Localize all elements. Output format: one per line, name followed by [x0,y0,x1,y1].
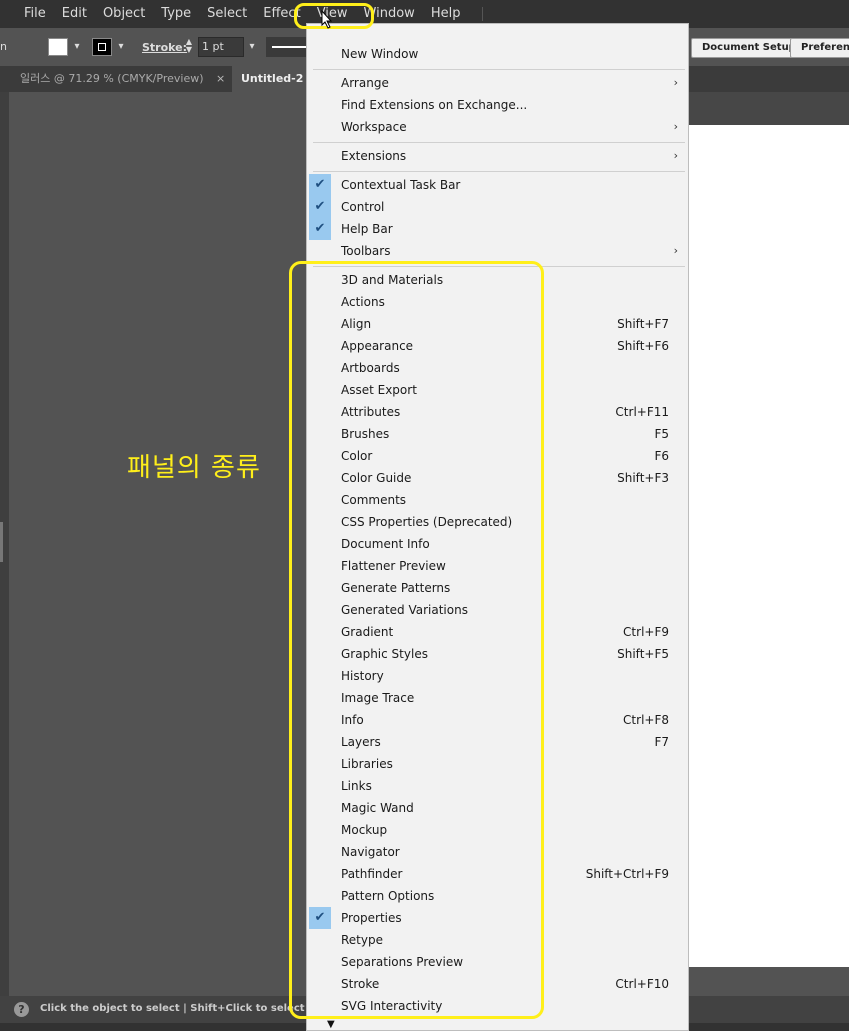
fill-swatch[interactable] [48,38,68,56]
menu-item-shortcut: Ctrl+F10 [615,977,669,991]
menu-item-label: Contextual Task Bar [341,178,461,192]
stroke-label[interactable]: Stroke: [142,41,187,54]
artboard[interactable] [688,125,849,967]
menu-item-arrange[interactable]: Arrange › [307,72,688,94]
menu-item-shortcut: Shift+Ctrl+F9 [585,867,669,881]
mouse-cursor-icon [321,10,333,29]
menu-item-shortcut: Shift+F6 [617,339,669,353]
submenu-arrow-icon: › [673,120,678,133]
menu-item-new-window[interactable]: New Window [307,43,688,65]
menu-item-label: Find Extensions on Exchange... [341,98,528,112]
stroke-weight-dropdown-icon[interactable]: ▾ [246,38,258,56]
menu-divider [313,69,685,70]
toolbar-handle[interactable] [0,522,3,562]
menu-item-toolbars[interactable]: Toolbars › [307,240,688,262]
menu-item-label: Workspace [341,120,407,134]
tab-document-1-label: 일러스 @ 71.29 % (CMYK/Preview) [20,72,204,85]
menu-item-label: Control [341,200,385,214]
menu-item-shortcut: Shift+F7 [617,317,669,331]
menu-item-label: Toolbars [341,244,391,258]
menu-divider [313,142,685,143]
menu-item-help-bar[interactable]: ✔ Help Bar [307,218,688,240]
control-bar-label: n [0,40,7,53]
stroke-weight-field[interactable]: 1 pt [198,37,244,57]
stroke-profile-preview[interactable] [266,37,308,57]
menu-item-shortcut: F7 [654,735,669,749]
submenu-arrow-icon: › [673,149,678,162]
menu-type[interactable]: Type [153,0,199,28]
menu-item-shortcut: Shift+F3 [617,471,669,485]
canvas-pasteboard [688,92,849,125]
menu-item-label: Extensions [341,149,407,163]
menu-object[interactable]: Object [95,0,153,28]
stroke-dropdown-icon[interactable]: ▾ [115,38,127,56]
menu-item-shortcut: F5 [654,427,669,441]
menu-item-workspace[interactable]: Workspace › [307,116,688,138]
submenu-arrow-icon: › [673,244,678,257]
toolbar-strip [0,92,9,996]
help-icon[interactable]: ? [14,1002,29,1017]
menu-item-shortcut: F6 [654,449,669,463]
menu-item-label: Help Bar [341,222,393,236]
tab-document-1[interactable]: 일러스 @ 71.29 % (CMYK/Preview) × [8,66,232,92]
close-icon[interactable]: × [216,66,225,92]
menu-item-shortcut: Ctrl+F8 [623,713,669,727]
menu-separator [482,7,484,21]
preferences-button[interactable]: Preferences [790,38,849,58]
highlight-panel-list [289,261,544,1019]
checkmark-icon: ✔ [309,174,331,196]
menu-divider [313,171,685,172]
fill-dropdown-icon[interactable]: ▾ [71,38,83,56]
menu-item-find-extensions[interactable]: Find Extensions on Exchange... [307,94,688,116]
highlight-window-menu [294,3,374,29]
stroke-swatch[interactable] [92,38,112,56]
menu-item-shortcut: Ctrl+F11 [615,405,669,419]
menu-item-label: Arrange [341,76,389,90]
menu-item-extensions[interactable]: Extensions › [307,145,688,167]
scroll-down-arrow-icon[interactable]: ▼ [327,1019,335,1030]
menu-edit[interactable]: Edit [54,0,95,28]
menu-item-contextual-task-bar[interactable]: ✔ Contextual Task Bar [307,174,688,196]
menu-item-shortcut: Shift+F5 [617,647,669,661]
menu-select[interactable]: Select [199,0,255,28]
menu-item-shortcut: Ctrl+F9 [623,625,669,639]
checkmark-icon: ✔ [309,218,331,240]
stroke-stepper-icon[interactable]: ▲ ▼ [182,38,196,56]
menu-item-control[interactable]: ✔ Control [307,196,688,218]
annotation-label: 패널의 종류 [127,453,261,483]
menu-item-label: New Window [341,47,419,61]
submenu-arrow-icon: › [673,76,678,89]
checkmark-icon: ✔ [309,196,331,218]
menu-file[interactable]: File [16,0,54,28]
